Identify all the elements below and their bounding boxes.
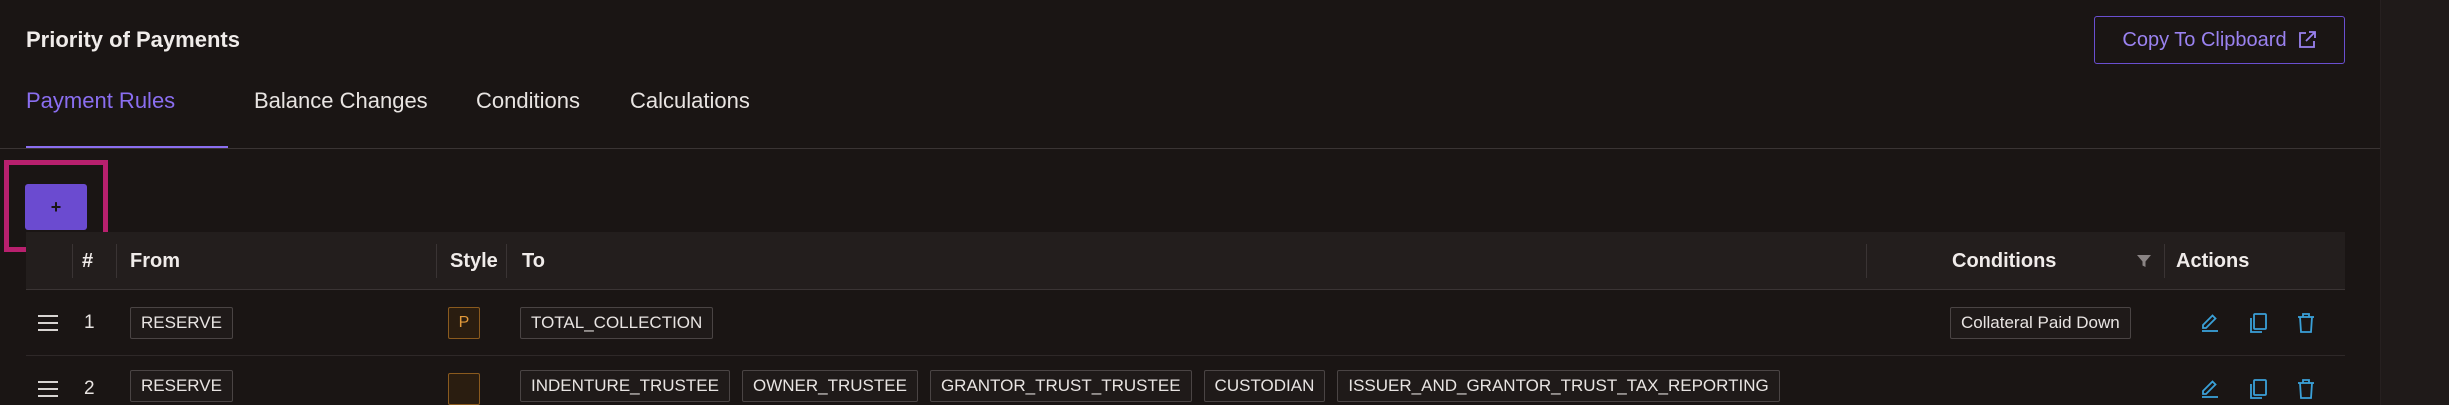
column-separator [1866,244,1867,278]
edit-icon[interactable] [2198,377,2222,401]
main-panel: Priority of Payments Copy To Clipboard P… [0,0,2380,405]
from-cell: RESERVE [130,356,245,405]
column-header-to: To [522,249,545,272]
from-tag: RESERVE [130,370,233,402]
conditions-filter[interactable] [2136,232,2152,290]
tab-calculations[interactable]: Calculations [620,88,800,148]
column-separator [2164,244,2165,278]
filter-icon [2137,255,2151,267]
column-header-conditions: Conditions [1952,249,2057,272]
column-separator [436,244,437,278]
drag-handle-icon [38,315,58,331]
column-separator [116,244,117,278]
to-cell: TOTAL_COLLECTION [520,290,725,356]
drag-handle[interactable] [38,356,58,405]
drag-handle-icon [38,381,58,397]
drag-handle[interactable] [38,290,58,356]
edit-icon[interactable] [2198,311,2222,335]
delete-icon[interactable] [2294,377,2318,401]
copy-icon[interactable] [2246,377,2270,401]
tabs-divider [0,148,2380,149]
to-tag: TOTAL_COLLECTION [520,307,714,339]
to-tag: CUSTODIAN [1203,370,1326,402]
delete-icon[interactable] [2294,311,2318,335]
table-row: 2 RESERVE INDENTURE_TRUSTEE OWNER_TRUSTE… [26,356,2345,405]
from-tag: RESERVE [130,307,233,339]
column-header-from: From [130,249,180,272]
conditions-cell: Collateral Paid Down [1950,290,2143,356]
to-tag: GRANTOR_TRUST_TRUSTEE [929,370,1192,402]
from-cell: RESERVE [130,290,245,356]
page-title: Priority of Payments [26,27,240,52]
style-tag [448,373,480,405]
column-separator [72,244,73,278]
tab-balance-changes-label: Balance Changes [254,88,428,113]
copy-to-clipboard-button[interactable]: Copy To Clipboard [2094,16,2345,64]
tab-bar: Payment Rules Balance Changes Conditions… [26,88,800,148]
tab-conditions-label: Conditions [476,88,580,113]
condition-tag: Collateral Paid Down [1950,307,2131,339]
column-header-style: Style [450,249,498,272]
tab-conditions[interactable]: Conditions [458,88,620,148]
copy-icon[interactable] [2246,311,2270,335]
column-header-actions: Actions [2176,249,2250,272]
column-separator [506,244,507,278]
tab-balance-changes[interactable]: Balance Changes [228,88,458,148]
style-cell [448,356,480,405]
external-link-icon [2298,31,2316,48]
payment-rules-table: # From Style To Conditions Actions 1 RES… [26,232,2345,405]
row-index: 1 [84,312,95,333]
to-cell: INDENTURE_TRUSTEE OWNER_TRUSTEE GRANTOR_… [520,356,1792,405]
style-cell: P [448,290,480,356]
row-index: 2 [84,378,95,399]
table-row: 1 RESERVE P TOTAL_COLLECTION Collateral … [26,290,2345,356]
copy-to-clipboard-label: Copy To Clipboard [2122,28,2287,51]
to-tag: OWNER_TRUSTEE [741,370,918,402]
style-tag: P [448,307,480,339]
column-header-index: # [82,249,94,272]
row-actions [2198,356,2318,405]
table-header: # From Style To Conditions Actions [26,232,2345,290]
row-actions [2198,290,2318,356]
add-rule-button[interactable]: + [25,184,87,230]
to-tag: ISSUER_AND_GRANTOR_TRUST_TAX_REPORTING [1337,370,1780,402]
to-tag: INDENTURE_TRUSTEE [520,370,730,402]
side-panel-edge [2380,0,2449,405]
tab-calculations-label: Calculations [630,88,750,113]
tab-payment-rules[interactable]: Payment Rules [26,88,228,148]
